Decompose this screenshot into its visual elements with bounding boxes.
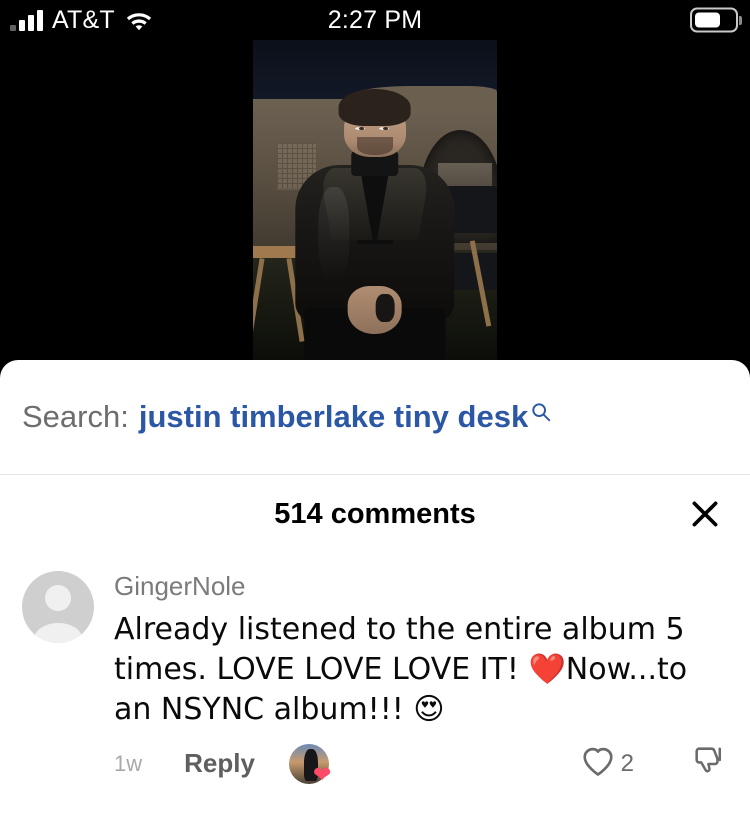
like-button[interactable]: 2 [581,746,634,782]
bottom-sheet: Search: justin timberlake tiny desk 514 … [0,360,750,826]
video-player[interactable] [0,40,750,370]
comment-timestamp: 1w [114,750,143,776]
avatar[interactable] [22,571,94,643]
reply-button[interactable]: Reply [184,748,255,779]
search-icon [530,395,552,431]
comments-header: 514 comments [0,475,750,553]
comment-username[interactable]: GingerNole [114,571,728,602]
comments-count-title: 514 comments [274,497,476,530]
like-count: 2 [620,749,634,777]
app-root: AT&T 2:27 PM Search: justin timberlake t… [0,0,750,826]
comment-item[interactable]: GingerNole Already listened to the entir… [0,553,750,730]
status-bar-right [690,7,738,33]
search-query-link[interactable]: justin timberlake tiny desk [139,399,552,435]
search-suggestion-row[interactable]: Search: justin timberlake tiny desk [0,360,750,475]
comment-text: Already listened to the entire album 5 t… [114,612,688,727]
clock-label: 2:27 PM [327,5,423,34]
dislike-button[interactable] [692,744,726,783]
thumbs-down-outline-icon [692,744,726,783]
close-icon[interactable] [684,493,726,535]
video-frame[interactable] [253,40,497,370]
heart-outline-icon [581,746,615,782]
comment-actions: 1w Reply ❤ 2 [0,730,750,786]
battery-icon [690,7,738,33]
creator-heart-badge-icon[interactable]: ❤ [288,743,331,786]
search-query-text: justin timberlake tiny desk [138,399,529,434]
search-label: Search: [22,399,129,434]
status-bar: AT&T 2:27 PM [0,0,750,40]
comment-body: GingerNole Already listened to the entir… [114,571,728,730]
video-subject [285,89,466,370]
